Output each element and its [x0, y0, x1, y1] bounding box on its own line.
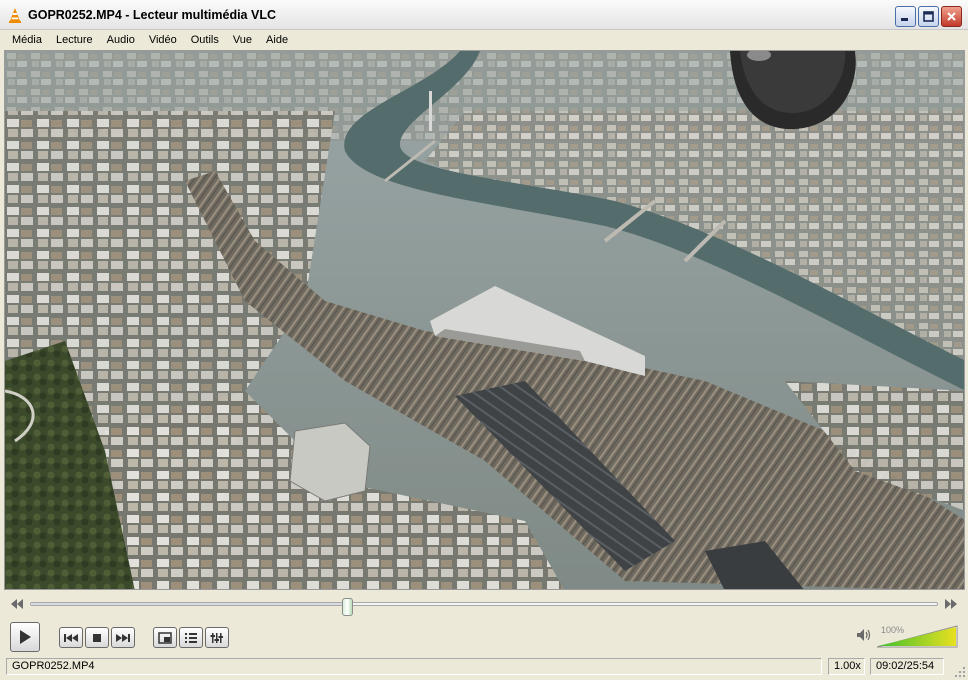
fullscreen-icon	[158, 631, 172, 644]
slower-icon[interactable]	[10, 598, 24, 610]
playlist-button[interactable]	[179, 627, 203, 648]
close-button[interactable]	[941, 6, 962, 27]
seek-row	[0, 594, 968, 614]
menu-video[interactable]: Vidéo	[142, 32, 184, 48]
window-title: GOPR0252.MP4 - Lecteur multimédia VLC	[28, 7, 276, 22]
maximize-icon	[923, 11, 934, 22]
aerial-city-view-image	[5, 51, 964, 589]
stop-button[interactable]	[85, 627, 109, 648]
video-display[interactable]	[4, 50, 965, 590]
menu-bar: Média Lecture Audio Vidéo Outils Vue Aid…	[0, 30, 968, 50]
volume-percent: 100%	[881, 625, 905, 635]
minimize-button[interactable]	[895, 6, 916, 27]
seek-handle[interactable]	[341, 598, 353, 616]
close-icon	[947, 12, 956, 21]
previous-button[interactable]	[59, 627, 83, 648]
seek-slider[interactable]	[30, 602, 938, 606]
resize-grip-icon[interactable]	[954, 666, 966, 678]
playlist-icon	[185, 632, 197, 643]
faster-icon[interactable]	[944, 598, 958, 610]
status-bar: GOPR0252.MP4 1.00x 09:02/25:54	[0, 656, 968, 680]
vlc-cone-icon[interactable]	[7, 7, 23, 23]
extended-settings-button[interactable]	[205, 627, 229, 648]
play-icon	[20, 630, 31, 644]
menu-vue[interactable]: Vue	[226, 32, 259, 48]
play-button[interactable]	[10, 622, 40, 652]
title-bar[interactable]: GOPR0252.MP4 - Lecteur multimédia VLC	[0, 0, 968, 30]
playback-speed[interactable]: 1.00x	[828, 658, 865, 675]
menu-audio[interactable]: Audio	[100, 32, 142, 48]
maximize-button[interactable]	[918, 6, 939, 27]
minimize-icon	[901, 18, 908, 21]
stop-icon	[93, 633, 101, 642]
speaker-icon[interactable]	[856, 628, 872, 642]
seek-progress	[31, 603, 349, 605]
menu-outils[interactable]: Outils	[184, 32, 226, 48]
status-filename: GOPR0252.MP4	[6, 658, 822, 675]
next-icon	[116, 633, 130, 642]
next-button[interactable]	[111, 627, 135, 648]
previous-icon	[64, 633, 78, 642]
fullscreen-button[interactable]	[153, 627, 177, 648]
menu-aide[interactable]: Aide	[259, 32, 295, 48]
menu-media[interactable]: Média	[5, 32, 49, 48]
menu-lecture[interactable]: Lecture	[49, 32, 100, 48]
extended-settings-icon	[210, 632, 223, 643]
time-display[interactable]: 09:02/25:54	[870, 658, 944, 675]
